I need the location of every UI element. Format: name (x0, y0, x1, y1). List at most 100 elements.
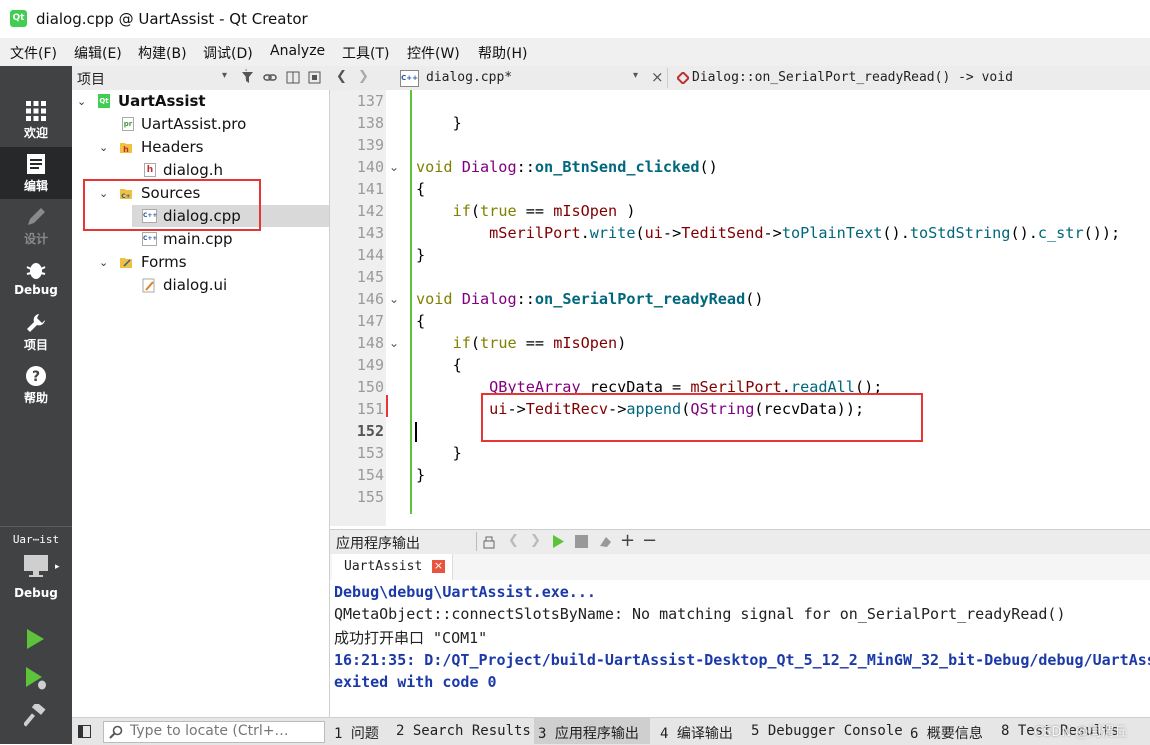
status-tab-general-messages[interactable]: 6 概要信息 (910, 723, 983, 743)
run-button[interactable] (24, 628, 46, 654)
line-number: 137 (356, 92, 384, 110)
zoom-out-icon[interactable]: − (642, 530, 657, 551)
status-tab-search-results[interactable]: 2 Search Results (396, 723, 531, 739)
menu-help[interactable]: 帮助(H) (478, 43, 527, 63)
forward-arrow-icon[interactable]: ❯ (358, 69, 369, 84)
fold-chevron-icon[interactable]: ⌄ (389, 160, 399, 174)
code-line-149: { (416, 356, 462, 374)
debug-run-button[interactable] (24, 666, 48, 694)
toggle-sidebar-icon[interactable] (78, 725, 91, 738)
back-arrow-icon[interactable]: ❮ (336, 69, 347, 84)
menu-tools[interactable]: 工具(T) (342, 43, 389, 63)
mode-help-label: 帮助 (23, 391, 48, 405)
status-bar: Type to locate (Ctrl+… 1 问题 2 Search Res… (72, 717, 1150, 745)
tree-folder-headers[interactable]: Headers (141, 136, 203, 158)
file-dropdown-icon[interactable]: ▾ (633, 70, 638, 81)
watermark: CSDN @闫渭丘 (1034, 725, 1128, 740)
line-number: 147 (356, 312, 384, 330)
mode-edit-label: 编辑 (23, 179, 48, 193)
output-line: QMetaObject::connectSlotsByName: No matc… (334, 605, 1066, 623)
mode-help[interactable]: ? 帮助 (0, 359, 72, 411)
menu-analyze[interactable]: Analyze (270, 43, 325, 59)
grid-icon (26, 101, 46, 121)
kit-config-label: Debug (14, 586, 58, 600)
status-tab-issues[interactable]: 1 问题 (334, 723, 379, 743)
mode-edit[interactable]: 编辑 (0, 147, 72, 199)
menu-widgets[interactable]: 控件(W) (407, 43, 460, 63)
qt-logo-icon: Qt (10, 10, 27, 27)
prev-icon[interactable]: ❮ (508, 533, 519, 548)
chevron-down-icon[interactable]: ⌄ (99, 141, 108, 154)
pencil-icon (28, 208, 45, 225)
help-icon: ? (26, 366, 46, 386)
line-number: 138 (356, 114, 384, 132)
status-tab-debugger-console[interactable]: 5 Debugger Console (751, 723, 903, 739)
tree-item-dialog-h[interactable]: dialog.h (163, 159, 223, 181)
close-file-icon[interactable]: × (651, 68, 664, 86)
close-tab-icon[interactable]: × (432, 560, 445, 573)
line-number-current: 152 (356, 422, 384, 440)
menu-debug[interactable]: 调试(D) (203, 43, 253, 63)
tree-item-pro[interactable]: UartAssist.pro (141, 113, 246, 135)
rerun-icon[interactable] (551, 534, 565, 549)
ui-file-icon (142, 278, 155, 293)
menu-edit[interactable]: 编辑(E) (74, 43, 122, 63)
run-icon (27, 629, 44, 649)
locator-input[interactable]: Type to locate (Ctrl+… (103, 721, 325, 743)
status-tab-compile-output[interactable]: 4 编译输出 (660, 723, 733, 743)
zoom-in-icon[interactable]: + (620, 530, 635, 551)
output-line: Debug\debug\UartAssist.exe... (334, 583, 596, 601)
header-file-icon: h (144, 163, 156, 177)
output-tab[interactable]: UartAssist × (332, 554, 453, 580)
line-number-gutter: 137 138 139 140 141 142 143 144 145 146 … (330, 90, 386, 526)
code-line-153: } (416, 444, 462, 462)
clear-icon[interactable] (598, 534, 613, 549)
pro-file-icon: pr (122, 117, 134, 131)
svg-text:h: h (123, 145, 129, 154)
output-tab-bar: UartAssist × (330, 554, 1150, 580)
editor-file-tab[interactable]: dialog.cpp* (426, 70, 512, 85)
code-line-146: void Dialog::on_SerialPort_readyRead() (416, 290, 764, 308)
tree-item-main-cpp[interactable]: main.cpp (163, 228, 233, 250)
tree-item-dialog-ui[interactable]: dialog.ui (163, 274, 227, 296)
build-button[interactable] (22, 701, 48, 732)
chevron-down-icon[interactable]: ⌄ (99, 256, 108, 269)
menu-file[interactable]: 文件(F) (10, 43, 57, 63)
bug-icon (26, 263, 46, 279)
application-output[interactable]: Debug\debug\UartAssist.exe... QMetaObjec… (330, 580, 1150, 717)
tree-root-uartassist[interactable]: UartAssist (118, 90, 206, 112)
line-number: 146 (356, 290, 384, 308)
code-line-147: { (416, 312, 426, 330)
output-line: 成功打开串口 "COM1" (334, 629, 488, 647)
line-number: 150 (356, 378, 384, 396)
status-tab-app-output[interactable]: 3 应用程序输出 (538, 723, 639, 743)
mode-bar: 欢迎 编辑 设计 Debug 项目 ? 帮助 Uar⋯ist ▸ Debug (0, 66, 72, 744)
tree-folder-forms[interactable]: Forms (141, 251, 187, 273)
link-icon[interactable] (263, 71, 277, 84)
panel-dropdown-icon[interactable]: ▾ (222, 70, 227, 81)
mode-design[interactable]: 设计 (0, 200, 72, 252)
kit-selector[interactable]: ▸ Debug (0, 552, 72, 604)
split-icon[interactable] (286, 71, 300, 84)
toolbar-separator (667, 68, 668, 88)
highlight-box-append (481, 393, 923, 442)
mode-welcome[interactable]: 欢迎 (0, 94, 72, 146)
fold-chevron-icon[interactable]: ⌄ (389, 292, 399, 306)
line-number: 143 (356, 224, 384, 242)
filter-icon[interactable] (241, 71, 254, 84)
stop-icon[interactable] (575, 535, 588, 548)
menu-build[interactable]: 构建(B) (138, 43, 187, 63)
chevron-down-icon[interactable]: ⌄ (77, 95, 86, 108)
function-breadcrumb[interactable]: Dialog::on_SerialPort_readyRead() -> voi… (692, 70, 1013, 85)
line-number: 139 (356, 136, 384, 154)
attach-icon[interactable] (482, 534, 496, 549)
fold-chevron-icon[interactable]: ⌄ (389, 336, 399, 350)
code-editor[interactable]: ⌄ ⌄ ⌄ } void Dialog::on_BtnSend_clicked(… (386, 90, 1150, 526)
line-number: 154 (356, 466, 384, 484)
next-icon[interactable]: ❯ (530, 533, 541, 548)
mode-projects[interactable]: 项目 (0, 306, 72, 358)
output-tab-label: UartAssist (344, 559, 423, 574)
line-number: 148 (356, 334, 384, 352)
mode-debug[interactable]: Debug (0, 253, 72, 305)
close-pane-icon[interactable] (308, 71, 321, 84)
